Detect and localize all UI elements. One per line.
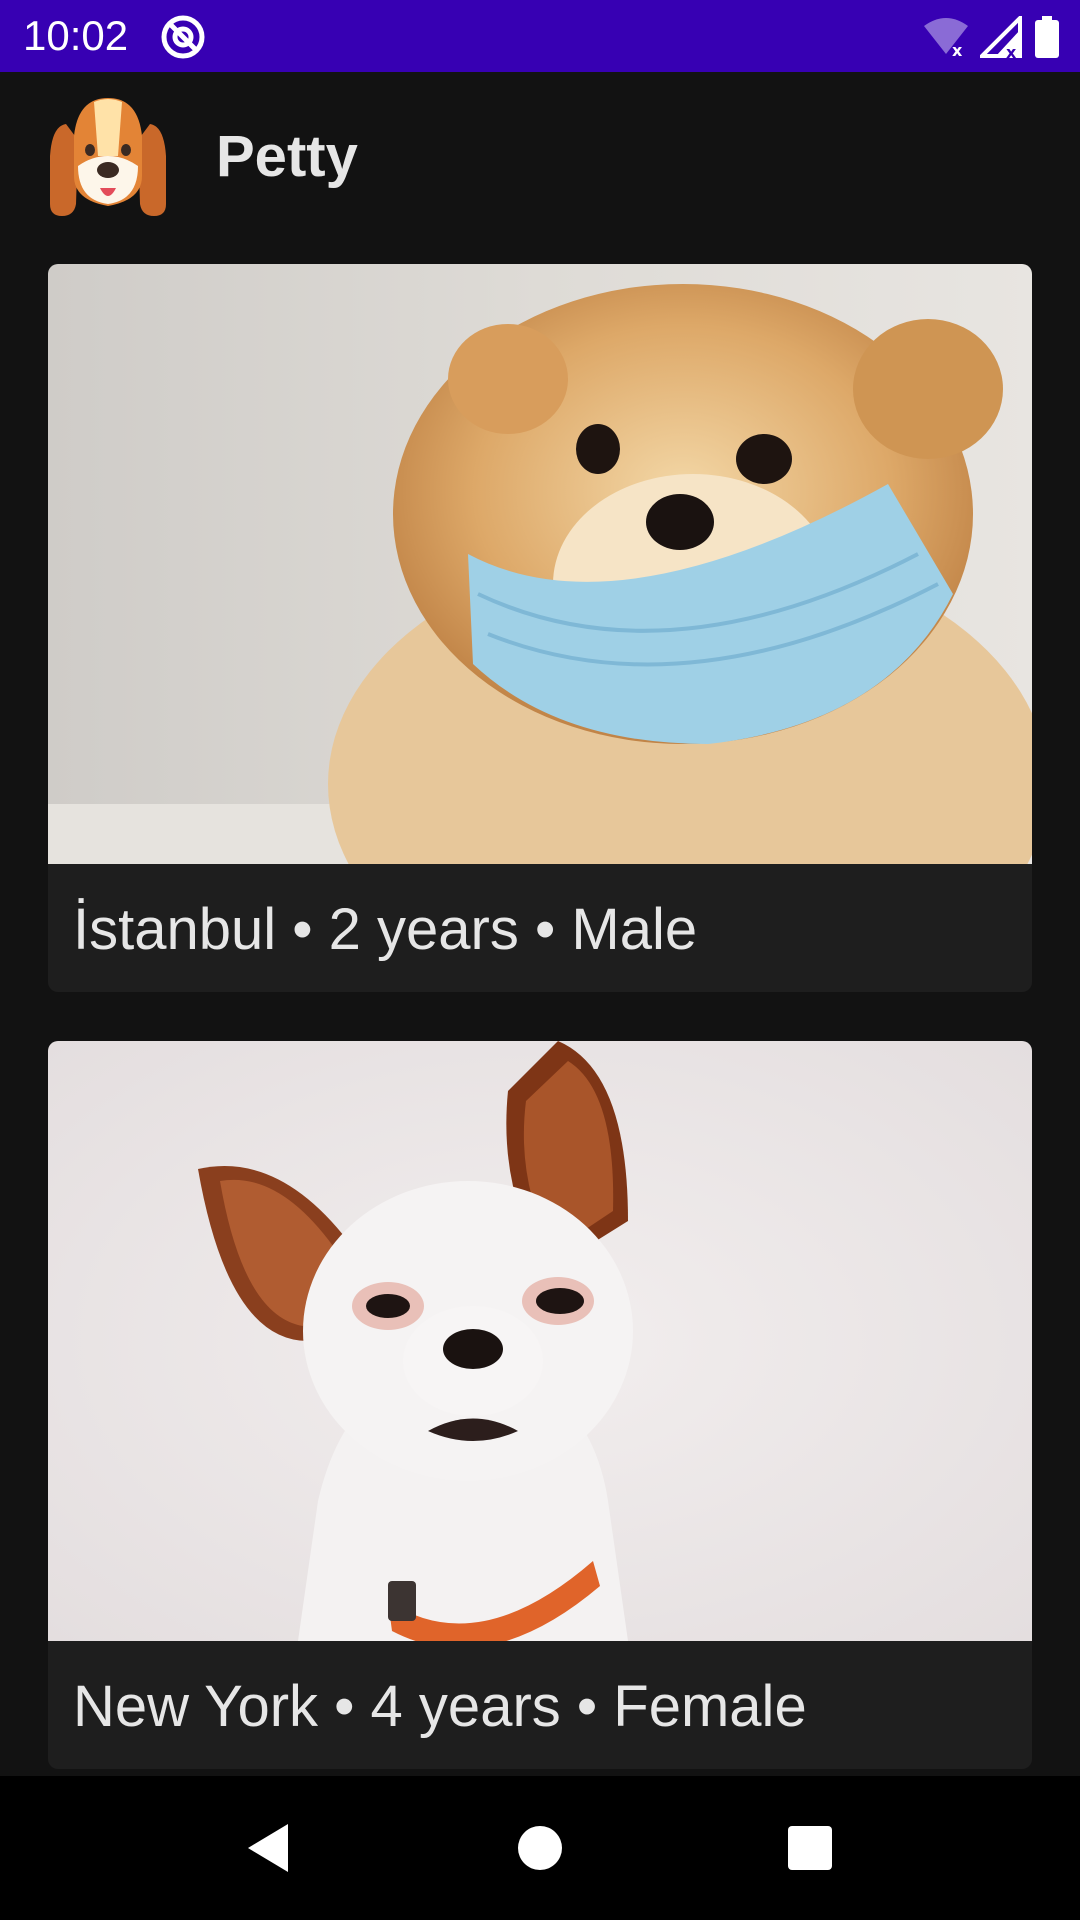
pet-caption: New York • 4 years • Female — [73, 1673, 807, 1739]
back-icon — [248, 1824, 288, 1872]
recents-button[interactable] — [738, 1776, 882, 1920]
pet-list[interactable]: İstanbul • 2 years • Male New York • 4 y… — [0, 240, 1080, 1776]
pomeranian-with-mask-photo — [48, 264, 1032, 864]
cellular-off-icon: x — [980, 16, 1022, 58]
at-sign-icon — [161, 15, 205, 59]
home-icon — [518, 1826, 562, 1870]
wifi-off-icon: x — [924, 18, 968, 58]
recents-icon — [788, 1826, 832, 1870]
app-title: Petty — [216, 124, 358, 189]
pet-caption: İstanbul • 2 years • Male — [73, 896, 698, 962]
navigation-bar — [0, 1776, 1080, 1920]
back-button[interactable] — [196, 1776, 340, 1920]
pet-card[interactable]: New York • 4 years • Female — [48, 1041, 1032, 1769]
home-button[interactable] — [468, 1776, 612, 1920]
status-time: 10:02 — [23, 12, 129, 59]
pet-card[interactable]: İstanbul • 2 years • Male — [48, 264, 1032, 992]
status-bar: 10:02 x x — [0, 0, 1080, 72]
battery-icon — [1035, 16, 1059, 58]
app-header: Petty — [0, 72, 1080, 240]
svg-text:x: x — [952, 41, 963, 58]
svg-text:x: x — [1006, 43, 1017, 58]
chihuahua-with-collar-photo — [48, 1041, 1032, 1641]
dog-face-icon — [50, 98, 166, 216]
